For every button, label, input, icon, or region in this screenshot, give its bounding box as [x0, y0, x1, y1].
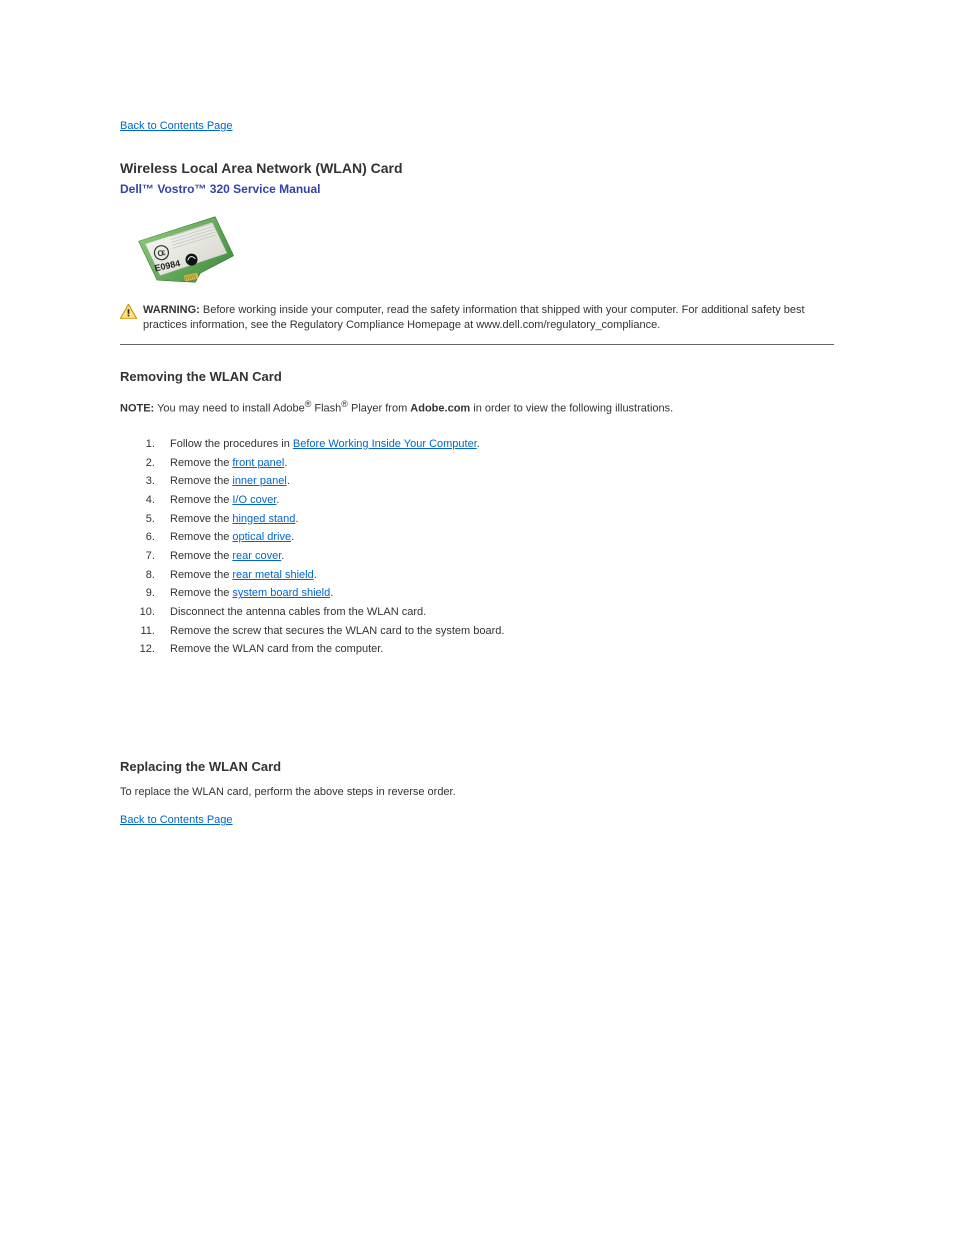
step-suffix: .: [287, 475, 290, 487]
warning-label: WARNING:: [143, 304, 200, 316]
note-callout: NOTE: You may need to install Adobe® Fla…: [120, 398, 834, 417]
removing-heading: Removing the WLAN Card: [120, 369, 834, 384]
hinged-stand-link[interactable]: hinged stand: [232, 513, 295, 525]
step-suffix: .: [284, 457, 287, 469]
step-prefix: Remove the: [170, 475, 232, 487]
step-plain: Remove the screw that secures the WLAN c…: [170, 625, 504, 637]
step-prefix: Follow the procedures in: [170, 438, 293, 450]
note-text-c: Player from: [348, 402, 410, 414]
note-text-b: Flash: [311, 402, 341, 414]
inner-panel-link[interactable]: inner panel: [232, 475, 286, 487]
rear-metal-shield-link[interactable]: rear metal shield: [232, 569, 313, 581]
step-plain: Remove the WLAN card from the computer.: [170, 643, 383, 655]
step-plain: Disconnect the antenna cables from the W…: [170, 606, 426, 618]
step-suffix: .: [314, 569, 317, 581]
section-divider: [120, 344, 834, 345]
step-prefix: Remove the: [170, 531, 232, 543]
step-suffix: .: [281, 550, 284, 562]
note-text-a: You may need to install Adobe: [157, 402, 305, 414]
back-to-contents-link-bottom[interactable]: Back to Contents Page: [120, 814, 233, 826]
wlan-card-image: C € E0984: [124, 214, 834, 295]
step-row: Remove the rear metal shield.: [158, 566, 834, 585]
note-label: NOTE:: [120, 402, 154, 414]
step-row: Remove the screw that secures the WLAN c…: [158, 622, 834, 641]
step-suffix: .: [477, 438, 480, 450]
step-prefix: Remove the: [170, 457, 232, 469]
page-title: Wireless Local Area Network (WLAN) Card: [120, 160, 834, 176]
io-cover-link[interactable]: I/O cover: [232, 494, 276, 506]
step-row: Remove the inner panel.: [158, 472, 834, 491]
note-adobe-site: Adobe.com: [410, 402, 470, 414]
step-row: Remove the WLAN card from the computer.: [158, 640, 834, 659]
step-prefix: Remove the: [170, 550, 232, 562]
step-row: Remove the optical drive.: [158, 528, 834, 547]
step-prefix: Remove the: [170, 569, 232, 581]
front-panel-link[interactable]: front panel: [232, 457, 284, 469]
manual-subtitle: Dell™ Vostro™ 320 Service Manual: [120, 182, 834, 196]
removal-steps-list: Follow the procedures in Before Working …: [120, 435, 834, 659]
step-prefix: Remove the: [170, 494, 232, 506]
rear-cover-link[interactable]: rear cover: [232, 550, 281, 562]
step-row: Remove the system board shield.: [158, 584, 834, 603]
step-row: Remove the front panel.: [158, 454, 834, 473]
before-working-link[interactable]: Before Working Inside Your Computer: [293, 438, 477, 450]
step-row: Disconnect the antenna cables from the W…: [158, 603, 834, 622]
step-prefix: Remove the: [170, 587, 232, 599]
step-suffix: .: [276, 494, 279, 506]
step-prefix: Remove the: [170, 513, 232, 525]
replacing-text: To replace the WLAN card, perform the ab…: [120, 786, 834, 798]
step-row: Follow the procedures in Before Working …: [158, 435, 834, 454]
step-row: Remove the I/O cover.: [158, 491, 834, 510]
note-text-d: in order to view the following illustrat…: [470, 402, 673, 414]
warning-callout: WARNING: Before working inside your comp…: [120, 303, 834, 334]
warning-icon: [120, 304, 137, 319]
step-suffix: .: [295, 513, 298, 525]
warning-body: Before working inside your computer, rea…: [143, 304, 805, 331]
step-suffix: .: [291, 531, 294, 543]
optical-drive-link[interactable]: optical drive: [232, 531, 291, 543]
system-board-shield-link[interactable]: system board shield: [232, 587, 330, 599]
step-row: Remove the hinged stand.: [158, 510, 834, 529]
step-row: Remove the rear cover.: [158, 547, 834, 566]
replacing-heading: Replacing the WLAN Card: [120, 759, 834, 774]
step-suffix: .: [330, 587, 333, 599]
back-to-contents-link-top[interactable]: Back to Contents Page: [120, 120, 233, 132]
